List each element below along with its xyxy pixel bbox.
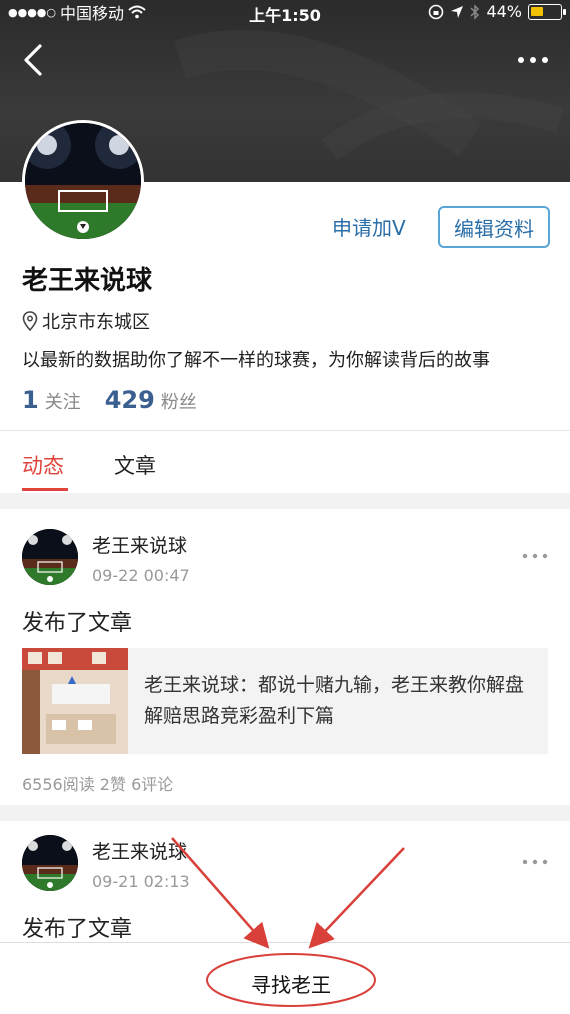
status-right: 44% xyxy=(428,2,566,21)
active-tab-indicator xyxy=(22,488,68,491)
tab-dynamics[interactable]: 动态 xyxy=(22,450,64,480)
article-card[interactable]: 老王来说球：都说十赌九输，老王来教你解盘解赔思路竞彩盈利下篇 xyxy=(22,648,548,754)
battery-percent: 44% xyxy=(486,2,522,21)
post-card: 老王来说球 09-21 02:13 发布了文章 xyxy=(0,821,570,942)
battery-icon xyxy=(528,3,566,20)
stadium-image xyxy=(22,529,78,585)
post-avatar[interactable] xyxy=(22,835,78,891)
divider xyxy=(0,430,570,431)
post-stats: 6556阅读 2赞 6评论 xyxy=(22,775,174,794)
profile-location: 北京市东城区 xyxy=(22,308,150,334)
post-header: 老王来说球 09-21 02:13 xyxy=(22,835,190,891)
post-action: 发布了文章 xyxy=(22,611,133,636)
apply-verify-button[interactable]: 申请加V xyxy=(332,212,406,241)
followers-count[interactable]: 429 xyxy=(105,386,155,414)
find-button[interactable]: 寻找老王 xyxy=(206,960,376,1006)
back-arrow-icon[interactable] xyxy=(18,40,50,80)
post-author[interactable]: 老王来说球 xyxy=(92,837,190,864)
profile-name: 老王来说球 xyxy=(22,266,153,296)
post-author-block: 老王来说球 09-21 02:13 xyxy=(92,835,190,891)
bottom-bar: 寻找老王 xyxy=(0,942,570,1014)
following-label[interactable]: 关注 xyxy=(45,388,81,414)
post-more-icon[interactable] xyxy=(522,857,548,867)
location-text: 北京市东城区 xyxy=(42,312,150,333)
stadium-image xyxy=(25,123,141,239)
edit-profile-button[interactable]: 编辑资料 xyxy=(438,206,550,248)
profile-stats: 1 关注 429 粉丝 xyxy=(22,386,215,414)
more-dots-icon[interactable] xyxy=(516,50,550,70)
post-card: 老王来说球 09-22 00:47 发布了文章 老王来说球：都说十赌九输，老王来… xyxy=(0,509,570,805)
followers-label[interactable]: 粉丝 xyxy=(161,388,197,414)
location-pin-icon xyxy=(22,311,38,331)
article-title: 老王来说球：都说十赌九输，老王来教你解盘解赔思路竞彩盈利下篇 xyxy=(144,674,525,727)
post-author-block: 老王来说球 09-22 00:47 xyxy=(92,529,190,585)
tab-articles[interactable]: 文章 xyxy=(114,450,156,480)
battery-tip xyxy=(563,8,566,15)
stadium-image xyxy=(22,835,78,891)
post-time: 09-21 02:13 xyxy=(92,872,190,891)
post-avatar[interactable] xyxy=(22,529,78,585)
bluetooth-icon xyxy=(470,3,480,20)
rotation-lock-icon xyxy=(429,4,444,19)
section-gap xyxy=(0,493,570,509)
section-gap xyxy=(0,805,570,821)
battery-fill xyxy=(531,6,543,16)
profile-bio: 以最新的数据助你了解不一样的球赛，为你解读背后的故事 xyxy=(22,350,490,371)
profile-avatar[interactable] xyxy=(22,120,144,242)
post-time: 09-22 00:47 xyxy=(92,566,190,585)
post-more-icon[interactable] xyxy=(522,551,548,561)
article-thumbnail xyxy=(22,648,128,754)
shop-photo xyxy=(22,648,128,754)
post-author[interactable]: 老王来说球 xyxy=(92,531,190,558)
post-action: 发布了文章 xyxy=(22,917,133,942)
post-header: 老王来说球 09-22 00:47 xyxy=(22,529,190,585)
profile-page: ●●●●○ 中国移动 上午1:50 44% 申请加V 编辑资料 老王来说球 北京… xyxy=(0,0,570,1014)
status-bar: ●●●●○ 中国移动 上午1:50 44% xyxy=(0,0,570,25)
following-count[interactable]: 1 xyxy=(22,386,39,414)
location-arrow-icon xyxy=(451,5,464,18)
